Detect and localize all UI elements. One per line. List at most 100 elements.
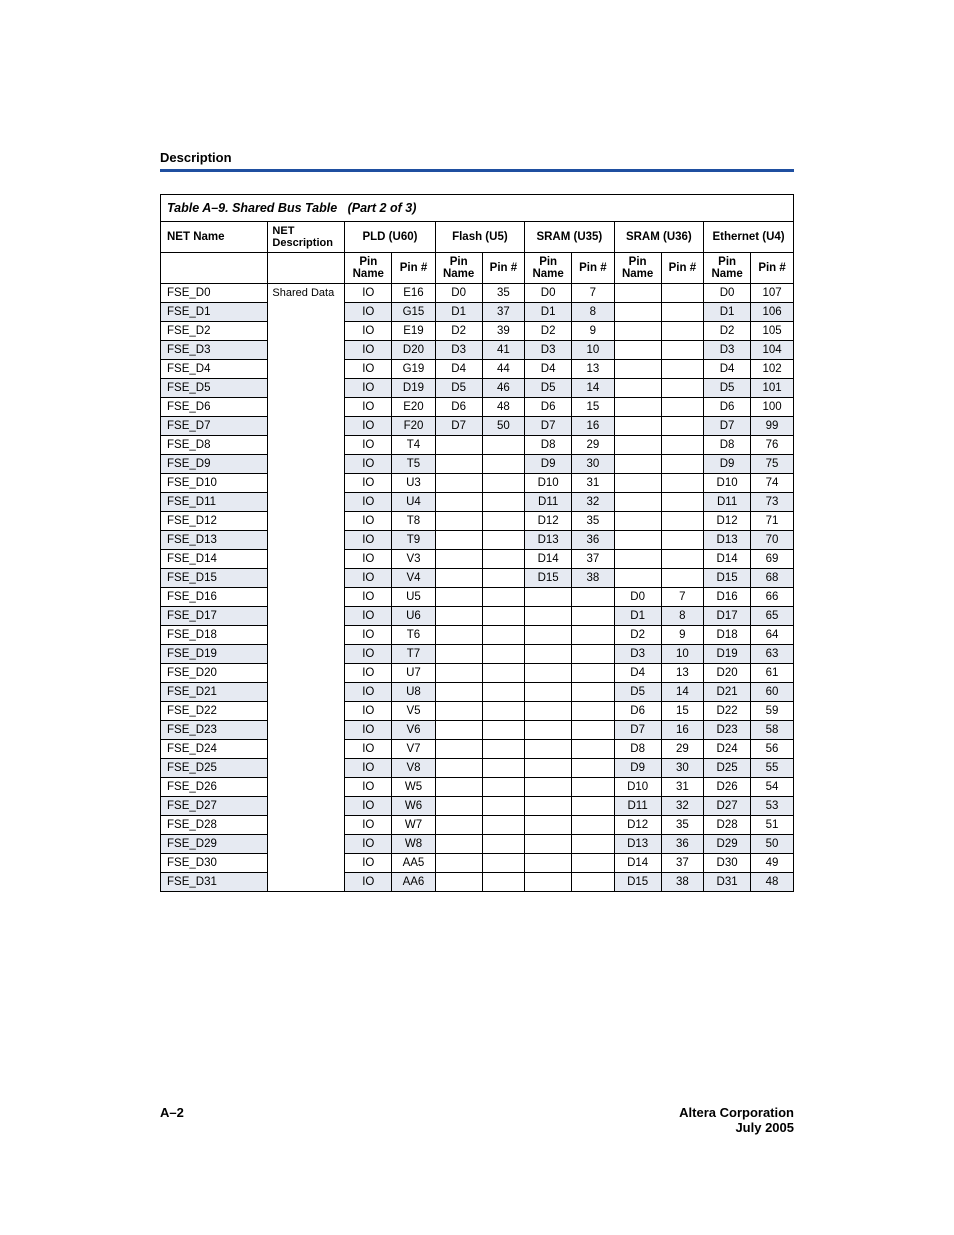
cell: FSE_D4 <box>161 360 268 379</box>
cell <box>482 588 524 607</box>
cell <box>525 607 572 626</box>
cell: T8 <box>392 512 435 531</box>
cell <box>482 873 524 892</box>
cell: D0 <box>704 284 751 303</box>
table-row: FSE_D24IOV7D829D2456 <box>161 740 794 759</box>
cell: W8 <box>392 835 435 854</box>
cell: T7 <box>392 645 435 664</box>
cell: D10 <box>525 474 572 493</box>
cell <box>614 569 661 588</box>
table-row: FSE_D8IOT4D829D876 <box>161 436 794 455</box>
cell: 55 <box>751 759 794 778</box>
cell <box>435 740 482 759</box>
cell: 35 <box>572 512 614 531</box>
cell <box>661 493 703 512</box>
cell: D9 <box>614 759 661 778</box>
table-row: FSE_D20IOU7D413D2061 <box>161 664 794 683</box>
cell: D4 <box>525 360 572 379</box>
cell: IO <box>345 797 392 816</box>
cell: IO <box>345 284 392 303</box>
cell: 76 <box>751 436 794 455</box>
cell: 71 <box>751 512 794 531</box>
cell: D3 <box>614 645 661 664</box>
cell: D29 <box>704 835 751 854</box>
cell: IO <box>345 569 392 588</box>
cell: V8 <box>392 759 435 778</box>
cell <box>525 873 572 892</box>
cell: IO <box>345 455 392 474</box>
cell <box>661 379 703 398</box>
col-group-sram35: SRAM (U35) <box>525 222 614 253</box>
cell: E20 <box>392 398 435 417</box>
cell: FSE_D14 <box>161 550 268 569</box>
cell <box>661 436 703 455</box>
cell: 37 <box>482 303 524 322</box>
cell <box>661 455 703 474</box>
table-row: FSE_D15IOV4D1538D1568 <box>161 569 794 588</box>
cell: 50 <box>482 417 524 436</box>
cell: IO <box>345 531 392 550</box>
table-row: FSE_D14IOV3D1437D1469 <box>161 550 794 569</box>
cell: U6 <box>392 607 435 626</box>
table-row: FSE_D27IOW6D1132D2753 <box>161 797 794 816</box>
cell: D31 <box>704 873 751 892</box>
cell: IO <box>345 854 392 873</box>
cell: D28 <box>704 816 751 835</box>
cell: FSE_D12 <box>161 512 268 531</box>
cell <box>614 455 661 474</box>
cell <box>525 835 572 854</box>
cell <box>435 664 482 683</box>
cell: D30 <box>704 854 751 873</box>
cell: 30 <box>661 759 703 778</box>
cell: D7 <box>704 417 751 436</box>
table-row: FSE_D11IOU4D1132D1173 <box>161 493 794 512</box>
cell <box>572 816 614 835</box>
col-net-desc: NET Description <box>268 222 345 253</box>
cell <box>661 531 703 550</box>
cell <box>614 360 661 379</box>
cell: D12 <box>614 816 661 835</box>
cell: D14 <box>704 550 751 569</box>
table-row: FSE_D2IOE19D239D29D2105 <box>161 322 794 341</box>
cell: D2 <box>525 322 572 341</box>
col-pin-num: Pin # <box>392 253 435 284</box>
cell: AA6 <box>392 873 435 892</box>
cell: AA5 <box>392 854 435 873</box>
cell: FSE_D0 <box>161 284 268 303</box>
cell: 41 <box>482 341 524 360</box>
cell: 49 <box>751 854 794 873</box>
cell: D3 <box>525 341 572 360</box>
cell: D13 <box>704 531 751 550</box>
table-row: FSE_D3IOD20D341D310D3104 <box>161 341 794 360</box>
cell <box>614 493 661 512</box>
cell: 7 <box>661 588 703 607</box>
cell <box>525 778 572 797</box>
cell: D4 <box>704 360 751 379</box>
cell: IO <box>345 645 392 664</box>
cell: 102 <box>751 360 794 379</box>
cell: 36 <box>572 531 614 550</box>
cell <box>614 303 661 322</box>
cell: 104 <box>751 341 794 360</box>
cell: 13 <box>572 360 614 379</box>
cell <box>525 645 572 664</box>
cell <box>525 816 572 835</box>
cell <box>614 379 661 398</box>
cell <box>525 721 572 740</box>
cell: 8 <box>661 607 703 626</box>
cell: D5 <box>704 379 751 398</box>
cell <box>435 512 482 531</box>
cell: 29 <box>661 740 703 759</box>
cell <box>525 854 572 873</box>
col-pin-num: Pin # <box>661 253 703 284</box>
cell: D4 <box>614 664 661 683</box>
page-footer: A–2 Altera Corporation July 2005 <box>160 1105 794 1135</box>
col-pin-num: Pin # <box>751 253 794 284</box>
cell: IO <box>345 417 392 436</box>
cell: D2 <box>435 322 482 341</box>
cell: E16 <box>392 284 435 303</box>
cell: D11 <box>704 493 751 512</box>
footer-date: July 2005 <box>679 1120 794 1135</box>
cell: IO <box>345 360 392 379</box>
col-pin-name: Pin Name <box>614 253 661 284</box>
